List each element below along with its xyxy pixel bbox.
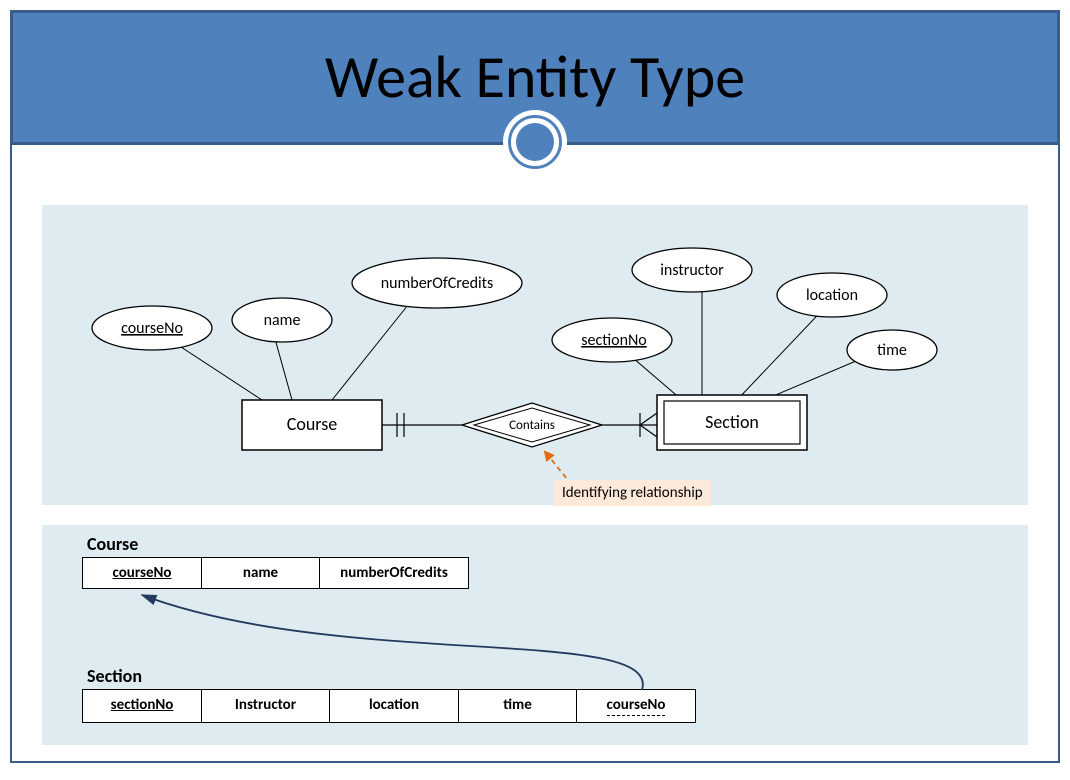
col-section-courseno-fk: courseNo xyxy=(576,689,696,723)
col-section-sectionno: sectionNo xyxy=(82,689,202,723)
title-banner: Weak Entity Type xyxy=(10,10,1060,145)
er-diagram-svg: Course Section Contains courseNo xyxy=(42,205,1022,505)
col-section-time: time xyxy=(458,689,578,723)
attr-courseno: courseNo xyxy=(121,319,183,338)
col-course-credits: numberOfCredits xyxy=(319,557,469,589)
attr-instructor: instructor xyxy=(660,261,724,280)
table-section-title: Section xyxy=(87,665,142,687)
relational-schema-panel: Course courseNo name numberOfCredits Sec… xyxy=(42,525,1028,745)
er-diagram-panel: Course Section Contains courseNo xyxy=(42,205,1028,505)
col-course-name: name xyxy=(201,557,321,589)
attr-time: time xyxy=(877,341,907,360)
attr-location: location xyxy=(806,286,858,305)
col-section-location: location xyxy=(329,689,459,723)
decorative-circle xyxy=(503,110,567,174)
col-section-instructor: Instructor xyxy=(201,689,331,723)
attr-sectionno: sectionNo xyxy=(581,331,647,350)
table-section: sectionNo Instructor location time cours… xyxy=(82,689,696,723)
attr-name: name xyxy=(264,311,301,330)
relationship-label: Contains xyxy=(509,418,555,433)
annotation-identifying-relationship: Identifying relationship xyxy=(554,480,711,506)
entity-section-label: Section xyxy=(705,411,759,433)
table-course: courseNo name numberOfCredits xyxy=(82,557,469,589)
entity-course-label: Course xyxy=(287,413,338,435)
table-course-title: Course xyxy=(87,533,138,555)
content-frame: Course Section Contains courseNo xyxy=(10,143,1060,763)
col-course-courseno: courseNo xyxy=(82,557,202,589)
page-title: Weak Entity Type xyxy=(325,41,745,114)
attr-credits: numberOfCredits xyxy=(381,274,494,293)
